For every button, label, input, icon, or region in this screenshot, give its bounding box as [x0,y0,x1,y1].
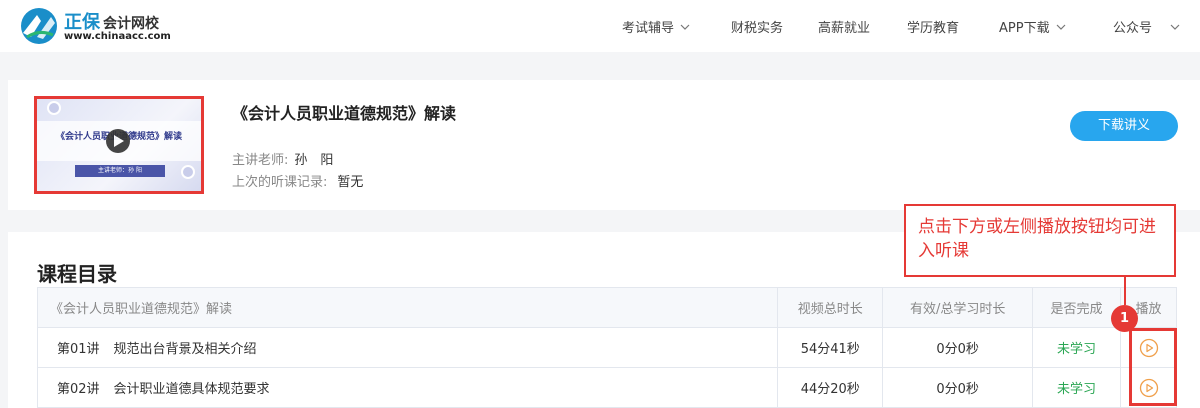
nav-exam-tutoring[interactable]: 考试辅导 [622,17,690,36]
teacher-label: 主讲老师: [232,153,289,168]
annotation-highlight-box [1129,328,1177,406]
teacher-info: 主讲老师: 孙 阳 [232,149,333,168]
nav-label: APP下载 [999,21,1050,36]
brand-sub: 会计网校 [103,16,159,32]
study-duration: 0分0秒 [882,327,1034,368]
video-duration: 44分20秒 [777,367,884,408]
nav-education[interactable]: 学历教育 [907,17,959,36]
chevron-down-icon [680,24,690,30]
annotation-connector [1124,277,1126,305]
course-title: 《会计人员职业道德规范》解读 [232,104,457,123]
nav-label: 考试辅导 [622,21,675,36]
study-duration: 0分0秒 [882,367,1034,408]
col-completed: 是否完成 [1032,287,1121,328]
annotation-tip: 点击下方或左侧播放按钮均可进入听课 [904,204,1176,277]
lesson-number: 第02讲 [57,382,100,397]
lesson-name-cell[interactable]: 第01讲 规范出台背景及相关介绍 [36,327,779,368]
col-video-duration: 视频总时长 [777,287,884,328]
decor-circle-icon [181,165,195,179]
thumbnail-teacher: 主讲老师：孙 阳 [75,165,165,177]
table-header-row: 《会计人员职业道德规范》解读 视频总时长 有效/总学习时长 是否完成 播放 [36,287,1177,328]
nav-app-download[interactable]: APP下载 [999,17,1066,36]
play-icon[interactable] [106,129,130,153]
nav-label: 学历教育 [907,21,960,36]
lesson-name: 规范出台背景及相关介绍 [113,342,257,357]
nav-tax-practice[interactable]: 财税实务 [731,17,783,36]
brand-main: 正保 [64,12,100,33]
last-record-value: 暂无 [337,175,364,190]
video-duration: 54分41秒 [777,327,884,368]
table-row[interactable]: 第02讲 会计职业道德具体规范要求 44分20秒 0分0秒 未学习 [36,367,1177,408]
brand-url: www.chinaacc.com [64,31,171,42]
top-header: 正保 会计网校 www.chinaacc.com 考试辅导 财税实务 高薪就业 学… [0,0,1200,52]
chevron-down-icon [1170,24,1180,30]
col-course-name: 《会计人员职业道德规范》解读 [36,287,779,328]
chevron-down-icon [1056,24,1066,30]
decor-circle-icon [47,101,61,115]
status-badge: 未学习 [1057,382,1097,397]
lesson-table: 《会计人员职业道德规范》解读 视频总时长 有效/总学习时长 是否完成 播放 第0… [36,287,1177,408]
completion-status: 未学习 [1032,327,1121,368]
course-thumbnail[interactable]: 《会计人员职业道德规范》解读 主讲老师：孙 阳 [34,96,204,194]
lesson-name: 会计职业道德具体规范要求 [113,382,270,397]
last-record-info: 上次的听课记录: 暂无 [232,171,363,190]
table-row[interactable]: 第01讲 规范出台背景及相关介绍 54分41秒 0分0秒 未学习 [36,327,1177,368]
col-study-duration: 有效/总学习时长 [882,287,1034,328]
course-info-card: 《会计人员职业道德规范》解读 主讲老师：孙 阳 《会计人员职业道德规范》解读 主… [8,80,1200,210]
download-handout-button[interactable]: 下载讲义 [1070,111,1178,141]
chinaacc-logo-icon[interactable] [17,7,61,45]
last-record-label: 上次的听课记录: [232,175,328,190]
catalog-title: 课程目录 [37,262,117,286]
nav-label: 公众号 [1113,21,1153,36]
nav-high-salary-jobs[interactable]: 高薪就业 [818,17,870,36]
teacher-value: 孙 阳 [294,153,334,168]
nav-label: 财税实务 [731,21,784,36]
completion-status: 未学习 [1032,367,1121,408]
nav-label: 高薪就业 [818,21,871,36]
nav-official-account[interactable]: 公众号 [1113,17,1180,36]
status-badge: 未学习 [1057,342,1097,357]
lesson-name-cell[interactable]: 第02讲 会计职业道德具体规范要求 [36,367,779,408]
lesson-number: 第01讲 [57,342,100,357]
